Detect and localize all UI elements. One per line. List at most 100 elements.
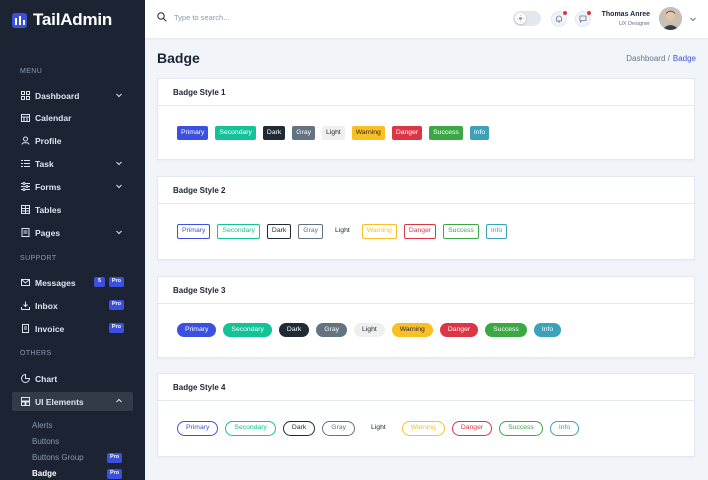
breadcrumb: Dashboard / Badge [626,54,696,63]
badge-light: Light [322,126,345,140]
sidebar-subitem-buttons-group[interactable]: Buttons Group [32,453,84,462]
badge-secondary: Secondary [225,421,276,436]
search-input[interactable] [174,12,374,22]
chat-icon [579,15,587,23]
sidebar-subitem-buttons[interactable]: Buttons [32,437,59,446]
badge-warning: Warning [361,224,397,239]
chevron-down-icon [116,230,122,235]
chart-icon [20,374,30,384]
pro-badge: Pro [107,469,123,479]
sidebar-item-pages[interactable]: Pages [12,223,133,242]
badge-secondary: Secondary [223,323,272,337]
chevron-down-icon[interactable] [689,15,697,23]
sun-icon [515,13,526,24]
sidebar-subitem-badge[interactable]: Badge [32,469,56,478]
ui-elements-icon [20,397,30,407]
badge-gray: Gray [298,224,324,239]
badge-card-style-4: Badge Style 4 Primary Secondary Dark Gray Li… [157,373,695,457]
badge-danger: Danger [403,224,437,239]
card-title: Badge Style 1 [158,79,694,106]
badge-row: Primary Secondary Dark Gray Light Warning Dang… [177,126,490,140]
badge-dark: Dark [278,323,310,337]
chevron-down-icon [116,93,122,98]
sidebar-item-inbox[interactable]: Inbox Pro [12,296,133,315]
badge-light: Light [330,224,355,239]
page-title: Badge [157,50,200,66]
badge-info: Info [469,126,490,140]
badge-success: Success [429,126,463,140]
sidebar-item-profile[interactable]: Profile [12,131,133,150]
search-icon [157,12,167,22]
badge-card-style-2: Badge Style 2 Primary Secondary Dark Gray Li… [157,176,695,260]
sidebar-item-label: Messages [35,277,76,288]
badge-warning: Warning [401,421,445,436]
badge-warning: Warning [351,126,385,140]
pro-badge: Pro [108,277,124,287]
avatar[interactable] [659,7,682,30]
badge-warning: Warning [391,323,433,337]
badge-danger: Danger [391,126,423,140]
badge-success: Success [499,421,543,436]
badge-info: Info [485,224,508,239]
sidebar-subitem-alerts[interactable]: Alerts [32,421,52,430]
card-title: Badge Style 4 [158,374,694,401]
sidebar-item-label: Task [35,158,54,169]
badge-gray: Gray [316,323,348,337]
search-bar [157,12,374,22]
badge-dark: Dark [282,421,316,436]
sidebar-item-tables[interactable]: Tables [12,200,133,219]
sidebar-item-label: Pages [35,227,61,238]
sidebar-item-label: Dashboard [35,90,80,101]
sidebar-item-forms[interactable]: Forms [12,177,133,196]
messages-button[interactable] [575,11,591,27]
card-title: Badge Style 3 [158,277,694,304]
badge-danger: Danger [451,421,493,436]
sidebar-item-label: Chart [35,373,58,384]
table-icon [20,205,30,215]
card-title: Badge Style 2 [158,177,694,204]
chevron-up-icon [116,398,122,403]
message-dot [587,11,591,15]
badge-dark: Dark [262,126,286,140]
sidebar-item-calendar[interactable]: Calendar [12,108,133,127]
sidebar-item-task[interactable]: Task [12,154,133,173]
calendar-icon [20,113,30,123]
badge-success: Success [443,224,479,239]
bell-icon [556,15,562,23]
chevron-down-icon [116,184,122,189]
pages-icon [20,228,30,238]
badge-info: Info [549,421,580,436]
notification-button[interactable] [551,11,567,27]
sidebar-item-label: UI Elements [35,396,84,407]
sidebar-item-ui-elements[interactable]: UI Elements [12,392,133,411]
user-icon [20,136,30,146]
sidebar-item-dashboard[interactable]: Dashboard [12,86,133,105]
breadcrumb-link-dashboard[interactable]: Dashboard / [626,54,670,63]
app-name: TailAdmin [33,10,113,29]
badge-light: Light [354,323,385,337]
notification-dot [563,11,567,15]
section-title-menu: MENU [20,68,43,75]
badge-row: Primary Secondary Dark Gray Light Warning Dang… [177,224,508,239]
badge-primary: Primary [177,421,219,436]
sidebar-item-label: Tables [35,204,62,215]
inbox-icon [20,301,30,311]
badge-danger: Danger [439,323,479,337]
grid-icon [20,91,30,101]
pro-badge: Pro [108,300,124,310]
sidebar-item-label: Calendar [35,112,72,123]
badge-primary: Primary [177,126,209,140]
mail-icon [20,278,30,288]
sidebar-item-chart[interactable]: Chart [12,369,133,388]
forms-icon [20,182,30,192]
user-name[interactable]: Thomas Anree [602,11,650,18]
dark-mode-toggle[interactable] [513,11,541,26]
sidebar-item-label: Forms [35,181,61,192]
badge-row: Primary Secondary Dark Gray Light Warning Dang… [177,421,580,436]
badge-gray: Gray [292,126,316,140]
badge-dark: Dark [266,224,292,239]
sidebar: TailAdmin MENU Dashboard Calendar Profil… [0,0,145,480]
app-logo[interactable]: TailAdmin [12,10,112,30]
sidebar-item-messages[interactable]: Messages 5 Pro [12,273,133,292]
sidebar-item-invoice[interactable]: Invoice Pro [12,319,133,338]
